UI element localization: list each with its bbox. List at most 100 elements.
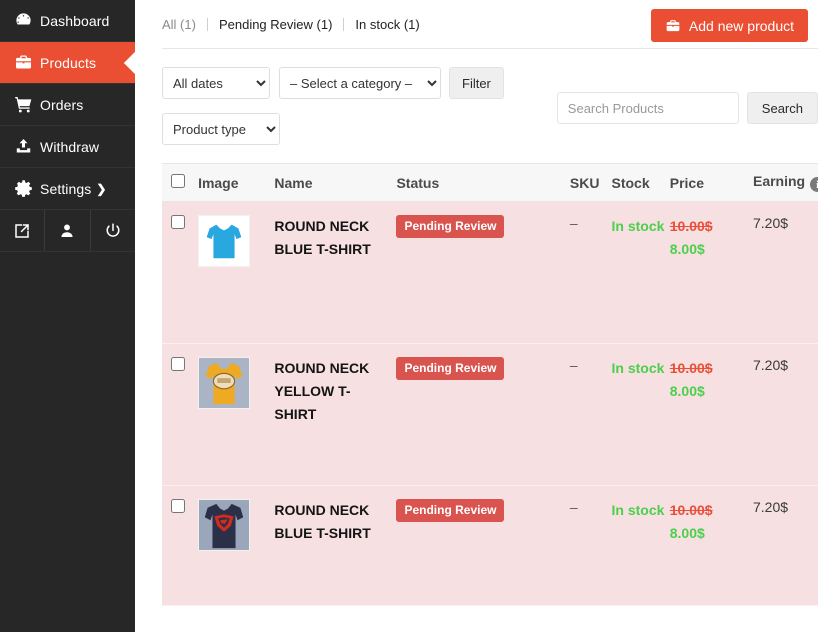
chevron-right-icon: ❯ xyxy=(96,181,107,196)
row-status-cell: Pending Review xyxy=(396,343,570,486)
row-price-cell: 10.00$ 8.00$ xyxy=(669,485,753,606)
row-status-cell: Pending Review xyxy=(396,201,570,344)
table-row: Round neck blue t-shirt Pending Review –… xyxy=(162,485,818,606)
price-sale: 8.00$ xyxy=(669,383,705,399)
column-header-price[interactable]: Price xyxy=(669,163,753,202)
view-filter-links: All (1) Pending Review (1) In stock (1) xyxy=(162,17,420,32)
row-name-cell: Round neck blue t-shirt xyxy=(274,201,397,344)
search-input[interactable] xyxy=(556,92,739,124)
column-header-earning[interactable]: Earning i xyxy=(752,163,818,202)
filter-bar: All dates – Select a category – Filter P… xyxy=(135,49,818,145)
select-all-checkbox[interactable] xyxy=(171,174,185,188)
table-head: Image Name Status SKU Stock Price Earnin… xyxy=(162,163,818,202)
product-thumbnail-yellow-tshirt[interactable] xyxy=(198,357,251,409)
status-badge: Pending Review xyxy=(396,499,505,522)
column-header-earning-label: Earning xyxy=(752,172,806,189)
sidebar-item-settings[interactable]: Settings ❯ xyxy=(0,168,135,210)
info-icon[interactable]: i xyxy=(810,177,818,193)
view-link-in-stock[interactable]: In stock (1) xyxy=(355,17,419,32)
category-filter-select[interactable]: – Select a category – xyxy=(279,67,441,99)
product-thumbnail-blue-tshirt[interactable] xyxy=(198,215,251,267)
price-sale: 8.00$ xyxy=(669,241,705,257)
power-icon[interactable] xyxy=(91,210,135,251)
external-link-icon[interactable] xyxy=(0,210,46,251)
row-sku-cell: – xyxy=(569,343,612,486)
price-original: 10.00$ xyxy=(669,218,713,234)
row-checkbox[interactable] xyxy=(171,357,185,371)
price-sale: 8.00$ xyxy=(669,525,705,541)
row-earning-cell: 7.20$ xyxy=(752,201,818,344)
sidebar-item-label: Settings xyxy=(40,180,92,197)
status-badge: Pending Review xyxy=(396,357,505,380)
row-stock-cell: In stock xyxy=(611,201,670,344)
row-earning-cell: 7.20$ xyxy=(752,343,818,486)
stock-status: In stock xyxy=(611,360,665,376)
product-sku: – xyxy=(569,499,578,515)
column-header-stock[interactable]: Stock xyxy=(611,163,670,202)
view-link-all[interactable]: All (1) xyxy=(162,17,196,32)
row-image-cell xyxy=(198,485,275,606)
briefcase-icon xyxy=(14,53,40,72)
price-original: 10.00$ xyxy=(669,360,713,376)
date-filter-select[interactable]: All dates xyxy=(162,67,270,99)
column-header-name[interactable]: Name xyxy=(274,163,397,202)
products-table-container: Image Name Status SKU Stock Price Earnin… xyxy=(162,163,818,606)
row-checkbox[interactable] xyxy=(171,215,185,229)
column-header-sku[interactable]: SKU xyxy=(569,163,612,202)
row-select-cell xyxy=(162,343,199,486)
table-row: Round neck blue t-shirt Pending Review –… xyxy=(162,201,818,344)
sidebar-item-label: Products xyxy=(40,54,97,71)
row-stock-cell: In stock xyxy=(611,485,670,606)
product-sku: – xyxy=(569,215,578,231)
link-separator xyxy=(206,17,208,31)
row-select-cell xyxy=(162,485,199,606)
column-header-image[interactable]: Image xyxy=(198,163,275,202)
product-thumbnail-navy-superman-tshirt[interactable] xyxy=(198,499,251,551)
gear-icon xyxy=(14,179,40,198)
row-stock-cell: In stock xyxy=(611,343,670,486)
sidebar-item-label: Dashboard xyxy=(40,12,110,29)
products-table: Image Name Status SKU Stock Price Earnin… xyxy=(162,163,818,606)
add-new-product-button[interactable]: Add new product xyxy=(650,9,808,42)
product-name[interactable]: Round neck blue t-shirt xyxy=(274,218,376,257)
stock-status: In stock xyxy=(611,502,665,518)
sidebar-item-label: Withdraw xyxy=(40,138,100,155)
filter-button[interactable]: Filter xyxy=(449,67,504,99)
earning-value: 7.20$ xyxy=(752,499,789,515)
link-separator xyxy=(343,17,345,31)
earning-value: 7.20$ xyxy=(752,215,789,231)
table-row: Round neck yellow t-shirt Pending Review… xyxy=(162,343,818,486)
table-body: Round neck blue t-shirt Pending Review –… xyxy=(162,201,818,606)
page-root: Dashboard Products Orders Withdraw Setti… xyxy=(0,0,818,632)
search-area: Search xyxy=(556,92,818,124)
sidebar-item-orders[interactable]: Orders xyxy=(0,84,135,126)
search-button[interactable]: Search xyxy=(746,92,818,124)
sidebar-item-dashboard[interactable]: Dashboard xyxy=(0,0,135,42)
price-original: 10.00$ xyxy=(669,502,713,518)
sidebar-item-withdraw[interactable]: Withdraw xyxy=(0,126,135,168)
column-header-status[interactable]: Status xyxy=(396,163,570,202)
earning-value: 7.20$ xyxy=(752,357,789,373)
sidebar-item-products[interactable]: Products xyxy=(0,42,135,84)
row-checkbox[interactable] xyxy=(171,499,185,513)
user-icon[interactable] xyxy=(45,210,91,251)
top-bar: All (1) Pending Review (1) In stock (1) … xyxy=(135,0,818,48)
add-new-product-label: Add new product xyxy=(688,17,794,34)
row-select-cell xyxy=(162,201,199,344)
product-type-filter-select[interactable]: Product type xyxy=(162,113,280,145)
row-name-cell: Round neck yellow t-shirt xyxy=(274,343,397,486)
upload-icon xyxy=(14,137,40,156)
row-price-cell: 10.00$ 8.00$ xyxy=(669,343,753,486)
product-name[interactable]: Round neck yellow t-shirt xyxy=(274,360,369,422)
sidebar-bottom-bar xyxy=(0,210,135,252)
dashboard-icon xyxy=(14,11,40,30)
row-sku-cell: – xyxy=(569,201,612,344)
sidebar: Dashboard Products Orders Withdraw Setti… xyxy=(0,0,135,632)
row-status-cell: Pending Review xyxy=(396,485,570,606)
product-name[interactable]: Round neck blue t-shirt xyxy=(274,502,376,541)
sidebar-item-label: Orders xyxy=(40,96,84,113)
stock-status: In stock xyxy=(611,218,665,234)
row-image-cell xyxy=(198,201,275,344)
view-link-pending-review[interactable]: Pending Review (1) xyxy=(219,17,332,32)
select-all-header xyxy=(162,163,199,202)
